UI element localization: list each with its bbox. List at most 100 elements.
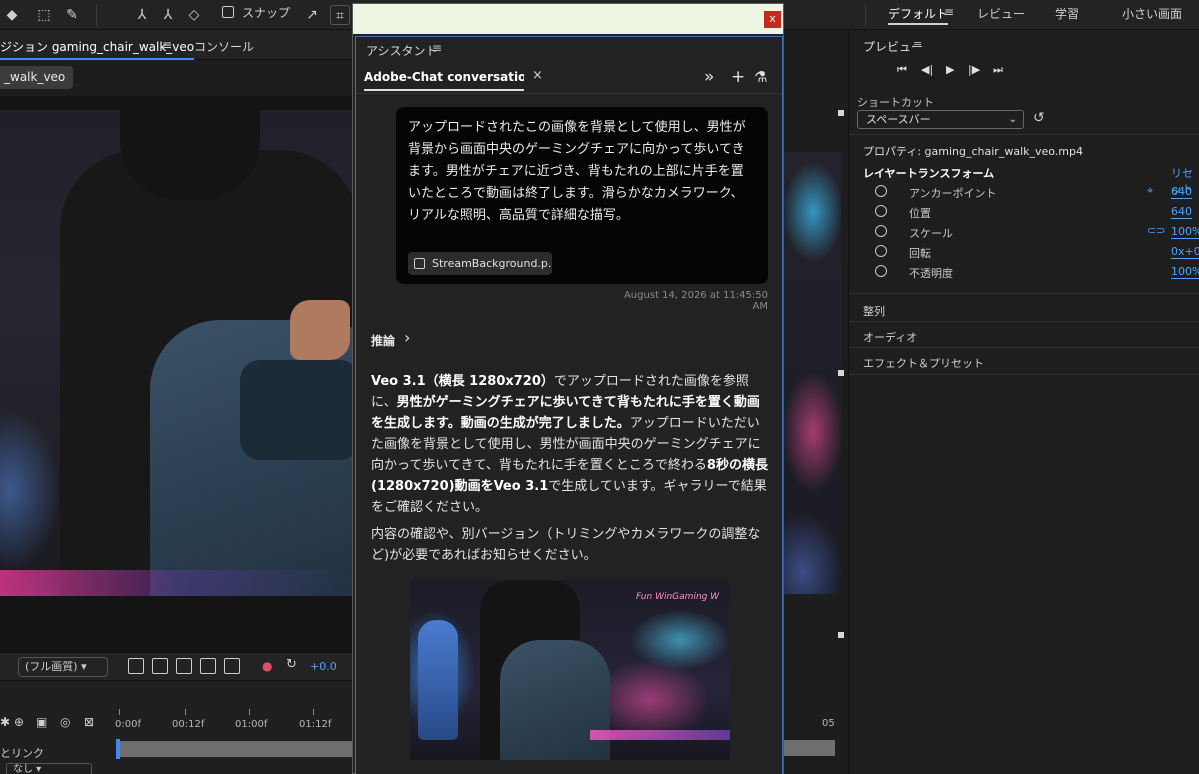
- property-name: アンカーポイント: [909, 187, 997, 200]
- ruler-tick: [249, 709, 250, 715]
- ruler-tick: [313, 709, 314, 715]
- thumb-neon-sign: Fun WinGaming W: [636, 592, 720, 602]
- stopwatch-icon[interactable]: [875, 265, 887, 277]
- neon-light: [0, 570, 352, 596]
- property-value[interactable]: 100%: [1171, 265, 1199, 279]
- chevron-down-icon: ⌄: [1008, 114, 1017, 125]
- ruler-label: 0:00f: [115, 719, 141, 730]
- right-panel: プレビュー ≡ ⏮ ◀| ▶ |▶ ⏭ ショートカット スペースバー ⌄ ↺ プ…: [848, 30, 1199, 774]
- preview-menu-icon[interactable]: ≡: [913, 38, 922, 51]
- layer-track[interactable]: [118, 741, 352, 757]
- roto-brush-icon[interactable]: ⬚: [34, 5, 54, 25]
- anchor-target-icon[interactable]: ⌖: [1147, 184, 1153, 198]
- workspace-review[interactable]: レビュー: [977, 5, 1025, 22]
- next-frame-button[interactable]: |▶: [968, 63, 980, 76]
- timeline-tool-icons: ✱ ⊕ ▣ ◎ ⊠: [0, 715, 110, 733]
- fast-preview-icon[interactable]: [128, 658, 144, 674]
- play-button[interactable]: ▶: [946, 63, 954, 76]
- property-value[interactable]: 0x+0°: [1171, 245, 1199, 259]
- resolution-value: (フル画質): [25, 660, 78, 673]
- layer-track-right[interactable]: [783, 740, 835, 756]
- chevrons-right-icon[interactable]: »: [704, 67, 714, 87]
- new-chat-icon[interactable]: +: [731, 67, 745, 87]
- image-file-icon: [414, 258, 425, 269]
- section-align[interactable]: 整列: [863, 303, 885, 319]
- exposure-value[interactable]: +0.0: [310, 660, 337, 673]
- last-frame-button[interactable]: ⏭: [993, 63, 1003, 77]
- composition-tab-bar: ジション gaming_chair_walk_veo ≡ コンソール: [0, 30, 352, 60]
- layer-handle[interactable]: [838, 110, 844, 116]
- shortcut-dropdown[interactable]: スペースバー ⌄: [857, 110, 1024, 129]
- property-value[interactable]: 640: [1171, 205, 1192, 219]
- attachment-chip[interactable]: StreamBackground.p...: [408, 252, 552, 275]
- snap-label: スナップ: [242, 6, 291, 20]
- workspace-default[interactable]: デフォルト: [888, 5, 949, 25]
- property-value[interactable]: 640: [1171, 185, 1192, 199]
- first-frame-button[interactable]: ⏮: [897, 63, 907, 77]
- snap-checkbox[interactable]: [222, 6, 234, 18]
- eraser-icon[interactable]: ◆: [2, 5, 22, 25]
- workspace-learn[interactable]: 学習: [1055, 5, 1079, 22]
- property-name: スケール: [909, 227, 953, 240]
- prev-frame-button[interactable]: ◀|: [921, 63, 933, 76]
- axis-view-icon[interactable]: ◇: [184, 5, 204, 25]
- motion-blur-icon[interactable]: ▣: [36, 715, 47, 729]
- generated-video-thumbnail[interactable]: Fun WinGaming W: [410, 580, 730, 760]
- stopwatch-icon[interactable]: [875, 245, 887, 257]
- puppet-pin-icon[interactable]: ✎: [62, 5, 82, 25]
- toolbar-divider: [865, 4, 866, 26]
- axis-local-icon[interactable]: ⅄: [132, 5, 152, 25]
- draft-3d-icon[interactable]: ⊠: [84, 715, 94, 729]
- properties-title: プロパティ: gaming_chair_walk_veo.mp4: [863, 145, 1084, 158]
- ruler-label: 01:00f: [235, 719, 268, 730]
- graph-editor-icon[interactable]: ◎: [60, 715, 70, 729]
- tab-chat-conversation[interactable]: Adobe-Chat conversation ...: [364, 70, 524, 91]
- layer-handle[interactable]: [838, 370, 844, 376]
- snap-grid-icon[interactable]: ⌗: [330, 5, 350, 25]
- snap-edge-icon[interactable]: ↗: [302, 5, 322, 25]
- panel-divider: [849, 293, 1199, 294]
- shy-icon[interactable]: ✱: [0, 715, 10, 729]
- reset-exposure-icon[interactable]: ↻: [286, 657, 297, 672]
- axis-world-icon[interactable]: ⅄: [158, 5, 178, 25]
- property-row-scale: スケール ⊂⊃ 100%: [849, 223, 1199, 243]
- window-title-bar[interactable]: x: [353, 4, 783, 34]
- constrain-link-icon[interactable]: ⊂⊃: [1147, 224, 1165, 237]
- region-of-interest-icon[interactable]: [200, 658, 216, 674]
- guides-icon[interactable]: [224, 658, 240, 674]
- time-ruler[interactable]: 0:00f 00:12f 01:00f 01:12f: [115, 709, 352, 730]
- transparency-grid-icon[interactable]: [152, 658, 168, 674]
- tab-console[interactable]: コンソール: [194, 38, 254, 55]
- property-value[interactable]: 100%: [1171, 225, 1199, 239]
- property-row-anchor: アンカーポイント ⌖ 640: [849, 183, 1199, 203]
- stopwatch-icon[interactable]: [875, 205, 887, 217]
- workspace-small-screen[interactable]: 小さい画面: [1122, 5, 1182, 22]
- frame-blend-icon[interactable]: ⊕: [14, 715, 24, 729]
- composition-breadcrumb[interactable]: _walk_veo: [0, 66, 73, 89]
- color-channels-icon[interactable]: ●: [262, 659, 272, 673]
- assistant-panel-title: アシスタント: [366, 44, 438, 58]
- parent-dropdown[interactable]: なし ▾: [6, 763, 92, 774]
- window-close-button[interactable]: x: [764, 11, 781, 28]
- composition-menu-icon[interactable]: ≡: [162, 38, 172, 52]
- flask-icon[interactable]: ⚗: [754, 68, 767, 86]
- section-effects-presets[interactable]: エフェクト＆プリセット: [863, 355, 984, 371]
- chevron-right-icon[interactable]: ›: [404, 328, 410, 347]
- stopwatch-icon[interactable]: [875, 185, 887, 197]
- section-audio[interactable]: オーディオ: [863, 329, 917, 345]
- assistant-reply: Veo 3.1（横長 1280x720）でアップロードされた画像を参照に、男性が…: [371, 371, 769, 572]
- shortcut-label: ショートカット: [857, 96, 934, 109]
- playhead[interactable]: [116, 739, 120, 759]
- workspace-menu-icon[interactable]: ≡: [944, 5, 954, 19]
- reasoning-toggle[interactable]: 推論: [371, 332, 395, 349]
- layer-handle[interactable]: [838, 632, 844, 638]
- resolution-dropdown[interactable]: (フル画質) ▾: [18, 657, 108, 677]
- stopwatch-icon[interactable]: [875, 225, 887, 237]
- assistant-menu-icon[interactable]: ≡: [432, 41, 442, 55]
- close-icon[interactable]: ×: [532, 68, 543, 83]
- reset-icon[interactable]: ↺: [1033, 110, 1045, 126]
- reply-paragraph: 内容の確認や、別バージョン（トリミングやカメラワークの調整など)が必要であればお…: [371, 527, 761, 563]
- layer-transform-title: レイヤートランスフォーム: [863, 167, 995, 180]
- mask-path-icon[interactable]: [176, 658, 192, 674]
- ruler-label-end: 05: [822, 718, 835, 729]
